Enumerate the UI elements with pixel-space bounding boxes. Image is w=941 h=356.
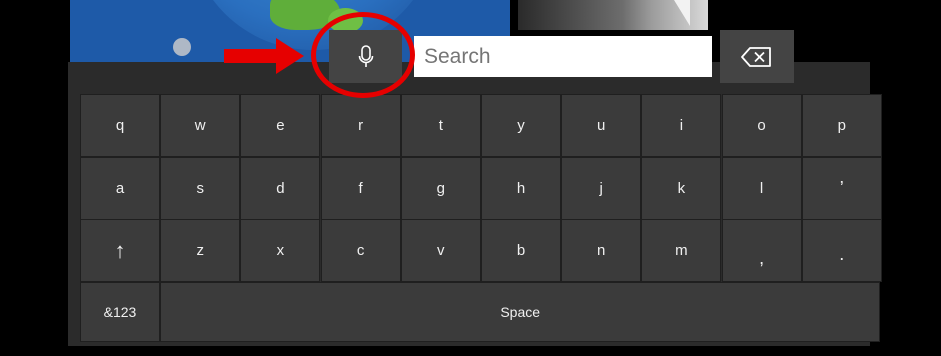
key-2-row-3[interactable]: z <box>160 219 241 282</box>
key-label: w <box>194 117 206 134</box>
key-8-row-3[interactable]: m <box>641 219 722 282</box>
annotation-arrow-icon <box>224 38 304 74</box>
key-9-row-1[interactable]: o <box>721 94 802 157</box>
touch-keyboard: q w e r t y u i o p a s d f g h j k l ’ ↑ z x c v b n m,. &123 Space <box>68 62 882 346</box>
key-label: u <box>597 117 606 134</box>
shift-key[interactable]: ↑ <box>80 219 160 282</box>
key-label: f <box>358 180 363 197</box>
key-label: d <box>276 180 285 197</box>
key-label: v <box>437 242 445 259</box>
key-10-row-3[interactable]: . <box>801 219 882 282</box>
symbols-key[interactable]: &123 <box>80 282 160 342</box>
key-label: y <box>517 117 525 134</box>
key-3-row-3[interactable]: x <box>240 219 321 282</box>
key-label: q <box>115 117 125 134</box>
key-1-row-1[interactable]: q <box>80 94 160 157</box>
key-label: t <box>438 117 443 134</box>
key-8-row-2[interactable]: k <box>641 157 722 220</box>
key-5-row-3[interactable]: v <box>400 219 481 282</box>
key-label: o <box>757 117 766 134</box>
key-3-row-2[interactable]: d <box>240 157 321 220</box>
key-label: k <box>677 180 686 197</box>
key-6-row-2[interactable]: h <box>481 157 561 220</box>
key-label: s <box>196 180 204 197</box>
key-label: b <box>516 242 526 259</box>
background-photo-tile <box>518 0 708 30</box>
search-input[interactable] <box>414 36 712 77</box>
key-label: . <box>839 244 845 264</box>
key-label: l <box>759 180 764 197</box>
key-10-row-1[interactable]: p <box>801 94 882 157</box>
key-9-row-3[interactable]: , <box>721 219 802 282</box>
key-7-row-2[interactable]: j <box>561 157 642 220</box>
key-5-row-1[interactable]: t <box>400 94 481 157</box>
annotation-circle <box>311 12 415 98</box>
key-label: m <box>675 242 688 259</box>
key-label: n <box>597 242 606 259</box>
key-label: a <box>115 180 125 197</box>
key-7-row-1[interactable]: u <box>561 94 642 157</box>
key-10-row-2[interactable]: ’ <box>801 157 882 220</box>
key-label: x <box>276 242 285 259</box>
key-4-row-1[interactable]: r <box>320 94 401 157</box>
backspace-icon <box>741 46 771 67</box>
key-label: j <box>599 180 603 197</box>
key-1-row-2[interactable]: a <box>80 157 160 220</box>
key-label: z <box>196 242 204 259</box>
key-label: r <box>358 117 364 134</box>
key-7-row-3[interactable]: n <box>561 219 642 282</box>
backspace-button[interactable] <box>720 30 794 83</box>
key-label: h <box>516 180 526 197</box>
key-label: g <box>436 180 445 197</box>
key-9-row-2[interactable]: l <box>721 157 802 220</box>
key-6-row-3[interactable]: b <box>481 219 561 282</box>
key-label: i <box>679 117 684 134</box>
key-4-row-2[interactable]: f <box>320 157 401 220</box>
key-label: p <box>837 117 846 134</box>
key-2-row-1[interactable]: w <box>160 94 241 157</box>
chat-bubble-icon <box>173 38 191 56</box>
key-5-row-2[interactable]: g <box>400 157 481 220</box>
key-2-row-2[interactable]: s <box>160 157 241 220</box>
key-label: , <box>759 248 765 268</box>
key-label: c <box>356 242 365 259</box>
symbols-key-label: &123 <box>103 304 137 320</box>
key-label: e <box>276 117 285 134</box>
key-8-row-1[interactable]: i <box>641 94 722 157</box>
key-3-row-1[interactable]: e <box>240 94 321 157</box>
space-key-label: Space <box>500 304 541 320</box>
shift-arrow-icon: ↑ <box>114 237 126 263</box>
key-6-row-1[interactable]: y <box>481 94 561 157</box>
space-key[interactable]: Space <box>160 282 881 342</box>
key-4-row-3[interactable]: c <box>320 219 401 282</box>
key-label: ’ <box>839 178 844 198</box>
